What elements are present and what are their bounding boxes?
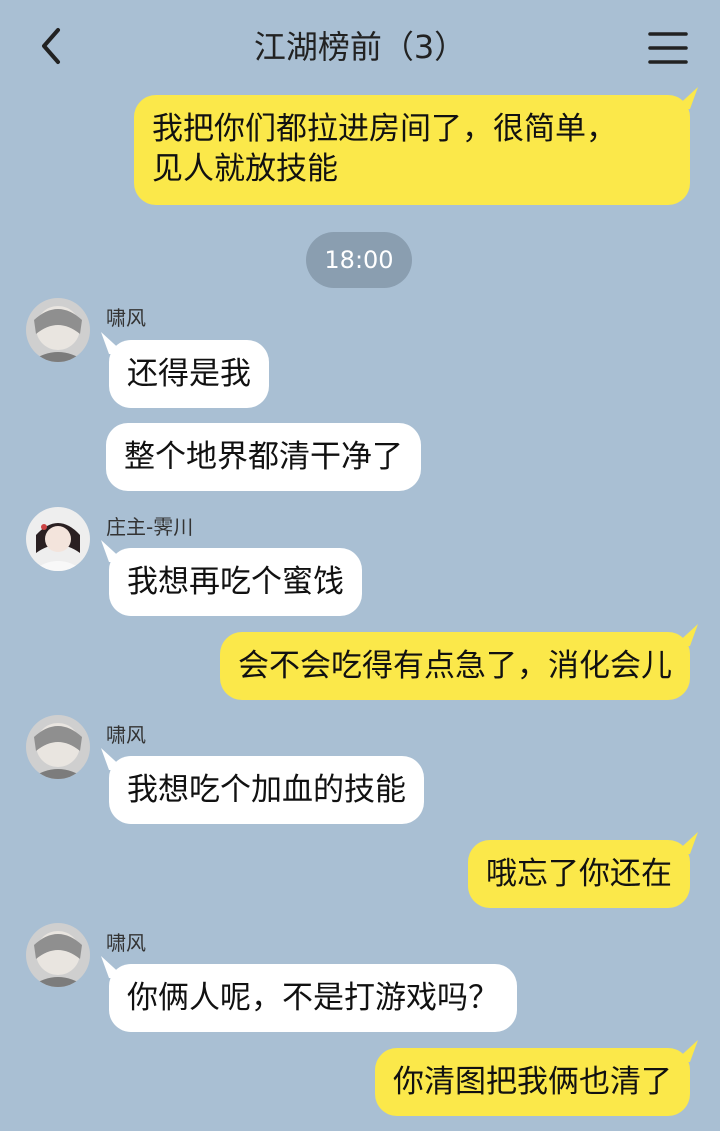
- message-bubble-outgoing[interactable]: 你清图把我俩也清了: [375, 1040, 699, 1116]
- message-text: 还得是我: [127, 356, 251, 392]
- message-bubble-outgoing[interactable]: 我把你们都拉进房间了，很简单， 见人就放技能: [134, 87, 699, 205]
- message-text: 哦忘了你还在: [486, 856, 672, 892]
- message-text: 我想再吃个蜜饯: [127, 564, 344, 600]
- message-bubble-incoming[interactable]: 我想吃个加血的技能: [100, 748, 424, 824]
- sender-name: 啸风: [106, 723, 146, 747]
- chat-title: 江湖榜前（3）: [253, 28, 467, 66]
- message-bubble-incoming[interactable]: 我想再吃个蜜饯: [100, 540, 362, 616]
- message-text: 我把你们都拉进房间了，很简单，: [152, 111, 617, 147]
- message-text: 见人就放技能: [152, 151, 338, 187]
- avatar-zhuangzhu-jichuan[interactable]: [26, 507, 90, 571]
- message-text: 你清图把我俩也清了: [393, 1064, 672, 1100]
- message-text: 整个地界都清干净了: [124, 439, 403, 475]
- avatar-xiaofeng[interactable]: [26, 298, 90, 362]
- sender-name: 庄主-霁川: [106, 515, 194, 539]
- chat-header: 江湖榜前（3）: [0, 0, 720, 94]
- message-text: 你俩人呢，不是打游戏吗？: [127, 980, 499, 1016]
- message-bubble-incoming[interactable]: 整个地界都清干净了: [106, 423, 421, 491]
- menu-icon[interactable]: [648, 30, 688, 66]
- message-bubble-incoming[interactable]: 你俩人呢，不是打游戏吗？: [100, 956, 517, 1032]
- avatar-xiaofeng[interactable]: [26, 715, 90, 779]
- sender-name: 啸风: [106, 931, 146, 955]
- message-bubble-incoming[interactable]: 还得是我: [100, 332, 269, 408]
- message-bubble-outgoing[interactable]: 哦忘了你还在: [468, 832, 699, 908]
- avatar-xiaofeng[interactable]: [26, 923, 90, 987]
- sender-name: 啸风: [106, 306, 146, 330]
- message-text: 会不会吃得有点急了，消化会儿: [238, 648, 672, 684]
- message-bubble-outgoing[interactable]: 会不会吃得有点急了，消化会儿: [220, 624, 699, 700]
- message-text: 我想吃个加血的技能: [127, 772, 406, 808]
- time-divider: 18:00: [306, 232, 412, 288]
